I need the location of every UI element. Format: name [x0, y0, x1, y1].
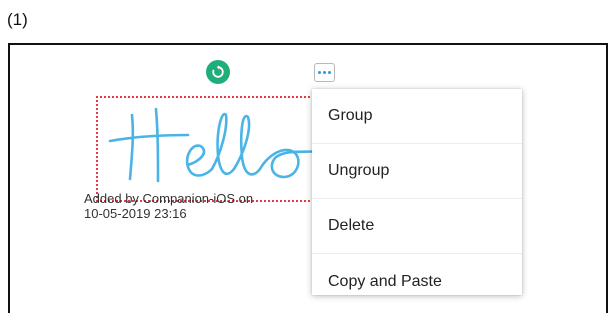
menu-item-ungroup[interactable]: Ungroup	[312, 144, 522, 199]
more-dot	[323, 71, 326, 74]
more-dot	[328, 71, 331, 74]
menu-item-group[interactable]: Group	[312, 89, 522, 144]
more-horizontal-icon	[318, 71, 321, 74]
more-options-button[interactable]	[314, 63, 335, 82]
step-label: (1)	[7, 10, 28, 29]
caption-line1: Added by Companion-iOS on	[84, 191, 254, 206]
rotate-button[interactable]	[206, 60, 230, 84]
ink-attribution-caption: Added by Companion-iOS on 10-05-2019 23:…	[84, 191, 253, 221]
menu-item-delete[interactable]: Delete	[312, 199, 522, 254]
rotate-icon	[212, 65, 224, 78]
context-menu: Group Ungroup Delete Copy and Paste	[312, 89, 522, 295]
menu-item-copy-and-paste[interactable]: Copy and Paste	[312, 254, 522, 295]
caption-line2: 10-05-2019 23:16	[84, 206, 187, 221]
handwriting-hello[interactable]	[92, 95, 332, 193]
